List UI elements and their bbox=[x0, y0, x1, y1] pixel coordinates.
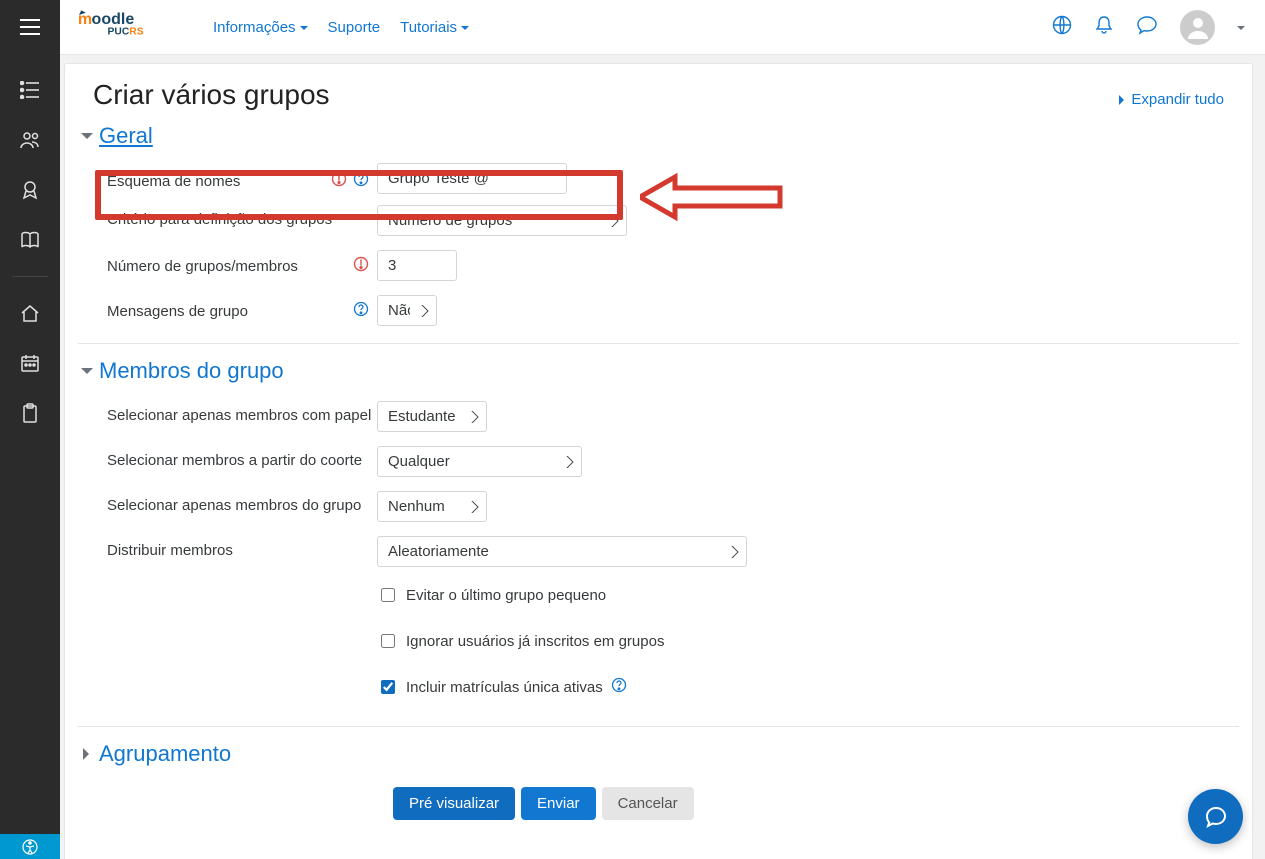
only-active-checkbox[interactable]: Incluir matrículas única ativas bbox=[377, 677, 627, 697]
required-icon bbox=[353, 256, 369, 276]
hamburger-button[interactable] bbox=[0, 0, 60, 55]
label-role: Selecionar apenas membros com papel bbox=[107, 401, 377, 424]
label-from-group: Selecionar apenas membros do grupo bbox=[107, 491, 377, 514]
help-icon[interactable] bbox=[611, 677, 627, 697]
submit-button[interactable]: Enviar bbox=[521, 787, 596, 820]
section-membros-header[interactable]: Membros do grupo bbox=[81, 358, 1224, 384]
nav-users-icon[interactable] bbox=[0, 120, 60, 160]
label-messages: Mensagens de grupo bbox=[107, 295, 377, 321]
svg-text:RS: RS bbox=[129, 26, 143, 37]
caret-down-icon bbox=[461, 26, 469, 34]
label-count: Número de grupos/membros bbox=[107, 250, 377, 276]
cohort-select[interactable]: Qualquer bbox=[377, 446, 582, 477]
svg-text:oodle: oodle bbox=[92, 11, 135, 28]
divider bbox=[78, 343, 1239, 344]
nav-home-icon[interactable] bbox=[0, 293, 60, 333]
language-icon[interactable] bbox=[1052, 15, 1072, 40]
ignore-enrolled-checkbox[interactable]: Ignorar usuários já inscritos em grupos bbox=[377, 631, 664, 651]
annotation-arrow-icon bbox=[640, 172, 790, 222]
chevron-right-icon bbox=[1119, 95, 1129, 105]
distribute-select[interactable]: Aleatoriamente bbox=[377, 536, 747, 567]
top-header: m oodle PUC RS Informações Suporte Tutor… bbox=[0, 0, 1265, 55]
header-nav: Informações Suporte Tutoriais bbox=[213, 19, 469, 36]
count-input[interactable] bbox=[377, 250, 457, 281]
moodle-logo[interactable]: m oodle PUC RS bbox=[75, 7, 195, 47]
preview-button[interactable]: Pré visualizar bbox=[393, 787, 515, 820]
accessibility-button[interactable] bbox=[0, 834, 60, 859]
side-nav bbox=[0, 55, 60, 859]
chat-widget-button[interactable] bbox=[1188, 789, 1243, 844]
role-select[interactable]: Estudante bbox=[377, 401, 487, 432]
chevron-down-icon bbox=[81, 368, 93, 380]
nav-calendar-icon[interactable] bbox=[0, 343, 60, 383]
cancel-button[interactable]: Cancelar bbox=[602, 787, 694, 820]
help-icon[interactable] bbox=[353, 301, 369, 321]
chevron-down-icon bbox=[81, 133, 93, 145]
nav-badge-icon[interactable] bbox=[0, 170, 60, 210]
caret-down-icon bbox=[300, 26, 308, 34]
nav-suporte[interactable]: Suporte bbox=[328, 19, 381, 36]
label-cohort: Selecionar membros a partir do coorte bbox=[107, 446, 377, 469]
nav-informacoes[interactable]: Informações bbox=[213, 19, 308, 36]
messages-select[interactable]: Não bbox=[377, 295, 437, 326]
label-distribute: Distribuir membros bbox=[107, 536, 377, 559]
chevron-right-icon bbox=[83, 748, 95, 760]
section-agrupamento-header[interactable]: Agrupamento bbox=[81, 741, 1224, 767]
svg-text:PUC: PUC bbox=[108, 26, 130, 37]
bell-icon[interactable] bbox=[1094, 15, 1114, 40]
chat-icon[interactable] bbox=[1136, 15, 1158, 40]
section-geral-header[interactable]: Geral bbox=[81, 123, 1224, 149]
from-group-select[interactable]: Nenhum bbox=[377, 491, 487, 522]
nav-list-icon[interactable] bbox=[0, 70, 60, 110]
form-actions: Pré visualizar Enviar Cancelar bbox=[393, 787, 1224, 820]
avoid-small-checkbox[interactable]: Evitar o último grupo pequeno bbox=[377, 585, 606, 605]
user-menu-caret-icon[interactable] bbox=[1237, 26, 1245, 34]
header-right bbox=[1052, 10, 1265, 45]
avatar[interactable] bbox=[1180, 10, 1215, 45]
nav-divider bbox=[12, 276, 48, 277]
nav-tutoriais[interactable]: Tutoriais bbox=[400, 19, 469, 36]
annotation-callout-box bbox=[95, 170, 623, 220]
nav-clipboard-icon[interactable] bbox=[0, 393, 60, 433]
divider bbox=[78, 726, 1239, 727]
nav-book-icon[interactable] bbox=[0, 220, 60, 260]
